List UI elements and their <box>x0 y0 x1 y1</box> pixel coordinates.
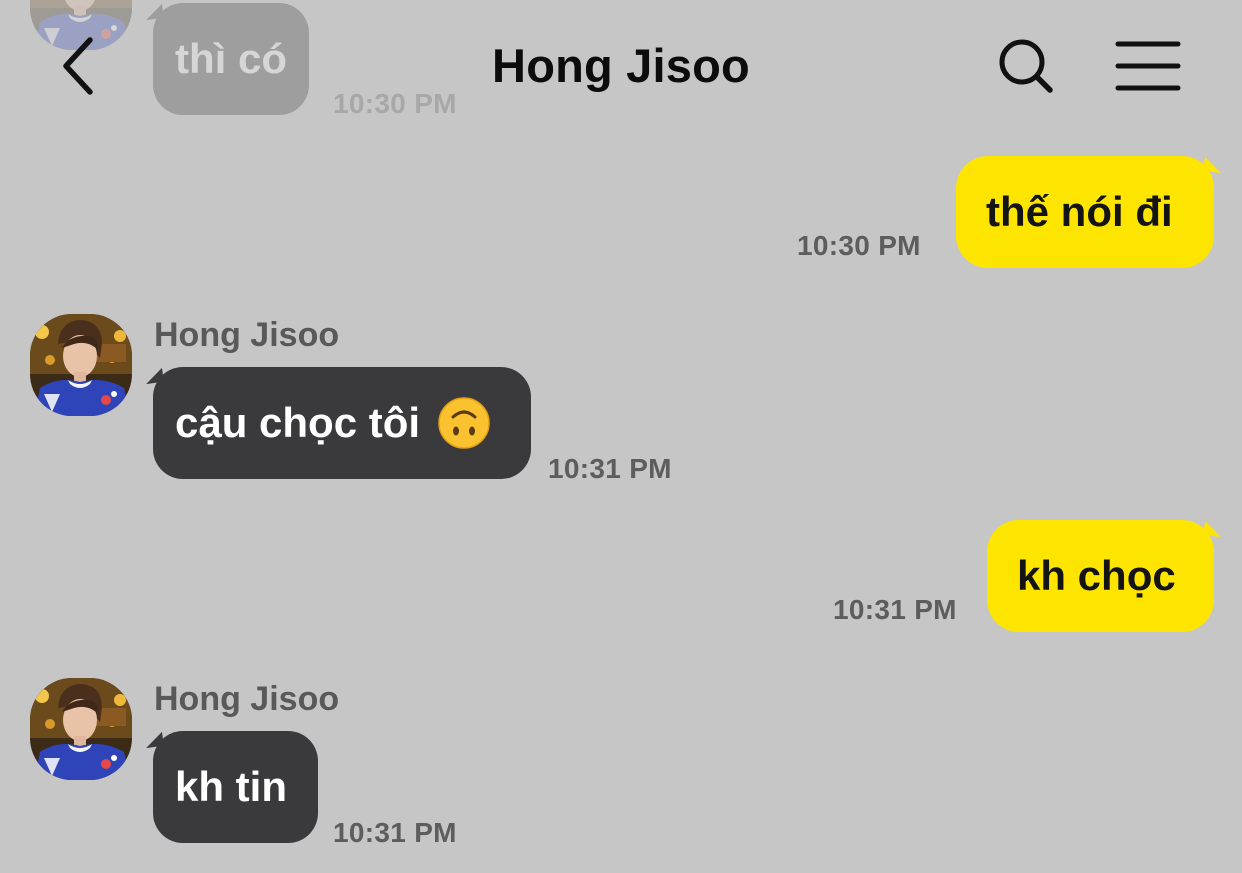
message-timestamp: 10:30 PM <box>797 230 921 261</box>
message-text: thế nói đi <box>986 188 1173 235</box>
chat-screen: thì có 10:30 PM Hong Jisoo 10:30 PM thế … <box>0 0 1242 873</box>
avatar-image <box>30 314 132 416</box>
avatar[interactable] <box>30 678 132 780</box>
message-timestamp: 10:31 PM <box>833 594 957 625</box>
menu-button[interactable] <box>1110 34 1186 98</box>
message-timestamp: 10:31 PM <box>548 453 672 484</box>
message-bubble-incoming[interactable]: kh tin <box>153 731 318 843</box>
message-bubble-outgoing[interactable]: thế nói đi <box>956 156 1214 268</box>
avatar[interactable] <box>30 314 132 416</box>
search-button[interactable] <box>990 30 1062 102</box>
message-text: kh tin <box>175 763 287 810</box>
chat-header: Hong Jisoo <box>0 0 1242 135</box>
upside-down-face-icon <box>438 397 490 449</box>
message-text: cậu chọc tôi <box>175 399 421 446</box>
message-bubble-outgoing[interactable]: kh chọc <box>987 520 1214 632</box>
hamburger-menu-icon <box>1115 41 1181 91</box>
avatar-image <box>30 678 132 780</box>
message-bubble-incoming[interactable]: cậu chọc tôi <box>153 367 531 479</box>
sender-name: Hong Jisoo <box>154 316 340 354</box>
search-icon <box>999 39 1053 93</box>
sender-name: Hong Jisoo <box>154 680 340 718</box>
message-timestamp: 10:31 PM <box>333 817 457 848</box>
message-text: kh chọc <box>1017 552 1176 599</box>
